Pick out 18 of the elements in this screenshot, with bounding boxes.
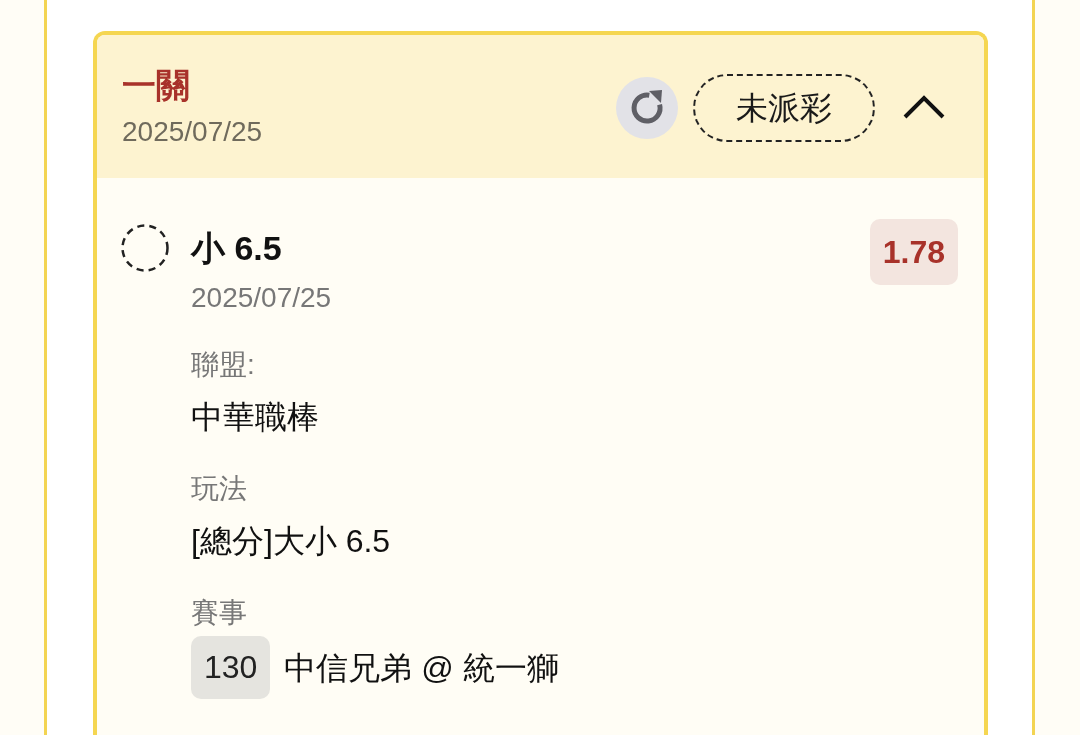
bet-pick: 小 6.5 xyxy=(191,228,283,268)
card-date: 2025/07/25 xyxy=(122,115,264,149)
field-value: 中華職棒 xyxy=(191,398,320,437)
odds-badge: 1.78 xyxy=(869,219,958,285)
field-label: 聯盟: xyxy=(191,348,256,382)
field-label: 賽事 xyxy=(191,596,248,630)
bet-date: 2025/07/25 xyxy=(191,281,333,315)
status-badge: 未派彩 xyxy=(693,73,875,142)
card-title: 一關 xyxy=(122,65,191,106)
collapse-button[interactable] xyxy=(903,95,945,120)
chevron-up-icon xyxy=(903,95,945,120)
refresh-button[interactable] xyxy=(616,76,678,139)
refresh-icon xyxy=(616,76,678,139)
field-label: 玩法 xyxy=(191,472,248,506)
game-number-badge: 130 xyxy=(191,636,271,699)
field-value: [總分]大小 6.5 xyxy=(191,522,392,561)
matchup-text: 中信兄弟 @ 統一獅 xyxy=(284,648,559,688)
dashed-circle-icon xyxy=(121,224,169,272)
